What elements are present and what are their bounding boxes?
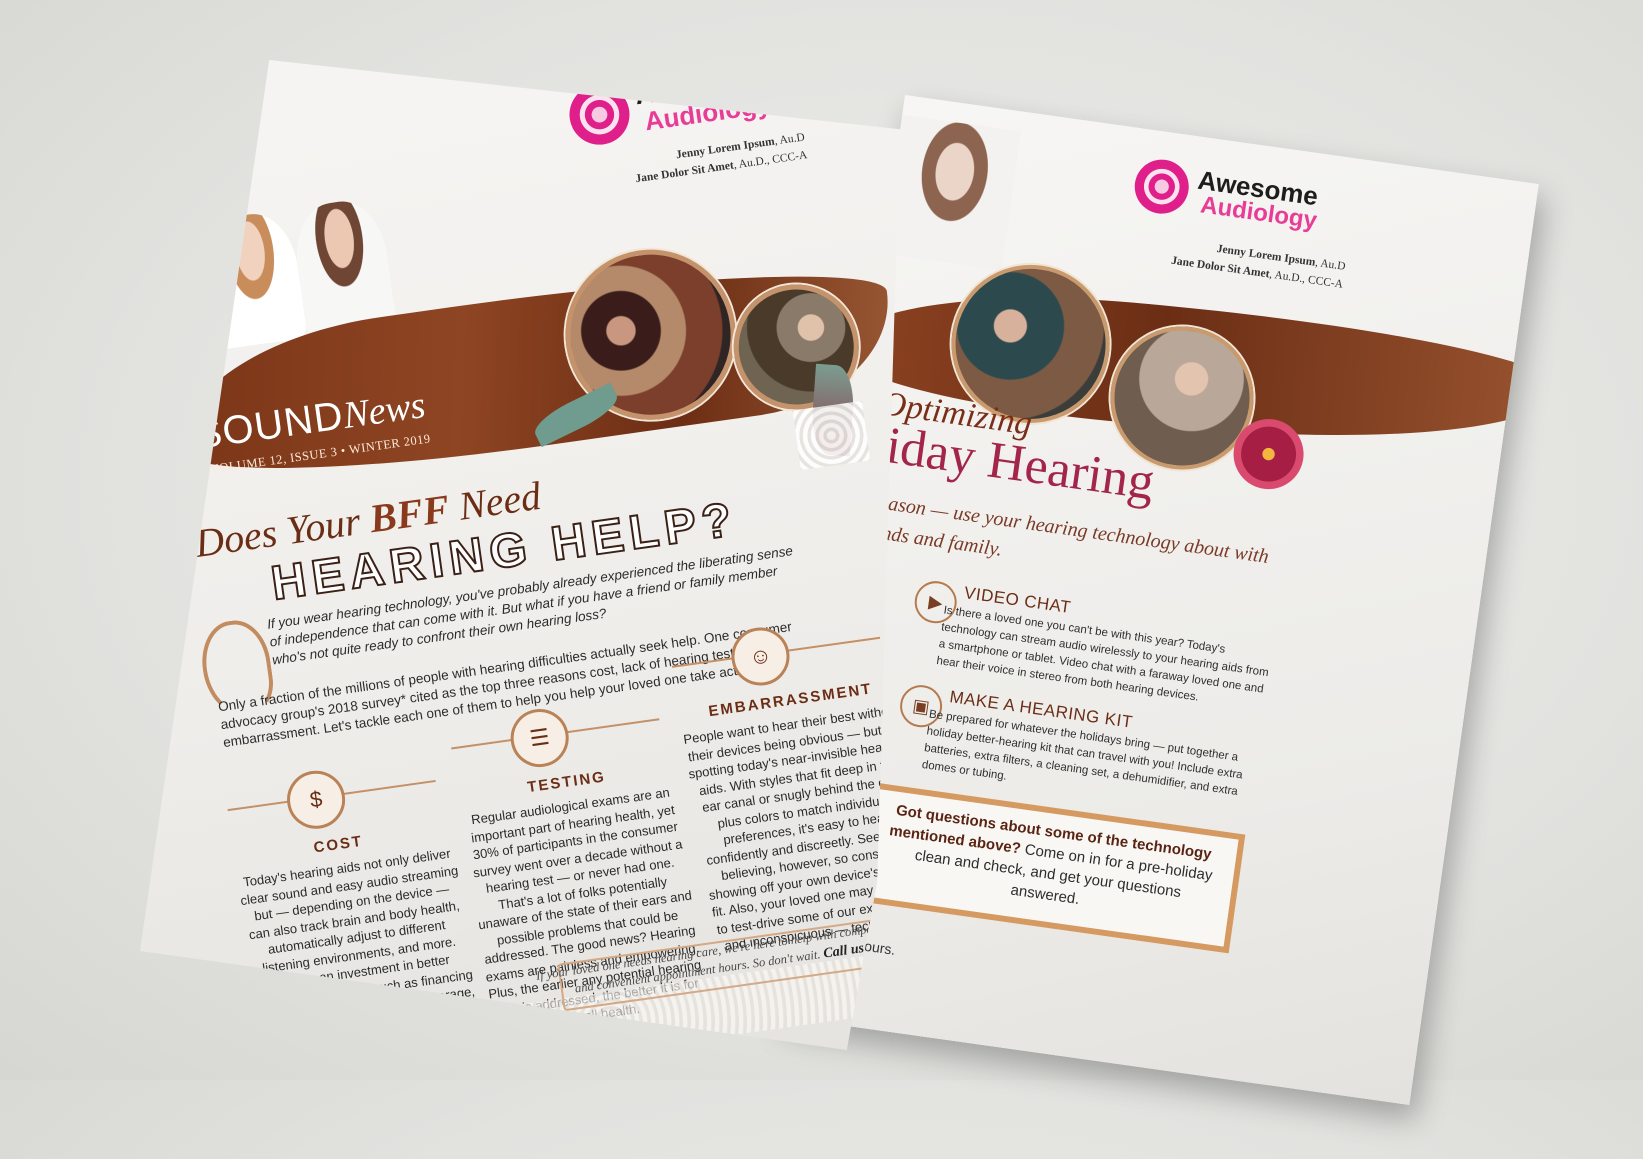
footnote: *Lauren K. Sound Advice About Hearing Lo… — [321, 1046, 580, 1092]
money-icon: $ — [283, 767, 349, 833]
column-cost: $ COST Today's hearing aids not only del… — [224, 754, 476, 1050]
front-page-content: Awesome Audiology Jenny Lorem Ipsum, Au.… — [140, 60, 900, 1092]
front-page: Awesome Audiology Jenny Lorem Ipsum, Au.… — [140, 60, 900, 1050]
knit-texture — [792, 400, 871, 471]
logo-ring-icon — [1131, 156, 1193, 218]
column-heading: TESTING — [526, 768, 607, 797]
author-credentials: , Au.D — [1314, 256, 1347, 273]
clipboard-icon: ☰ — [506, 705, 573, 771]
doctor-photo — [200, 208, 308, 350]
column-heading: COST — [312, 832, 365, 857]
logo-word-2: Audiology — [642, 88, 773, 137]
column-body: Today's hearing aids not only deliver cl… — [239, 845, 490, 1144]
author-credentials: , Au.D — [773, 131, 806, 148]
logo-word-1: Awesome — [632, 61, 767, 111]
logo-ring-icon — [565, 80, 634, 149]
doctor-photo — [882, 114, 1022, 271]
brochure-mockup: Awesome Audiology Jenny Lorem Ipsum, Au.… — [0, 0, 1643, 1106]
